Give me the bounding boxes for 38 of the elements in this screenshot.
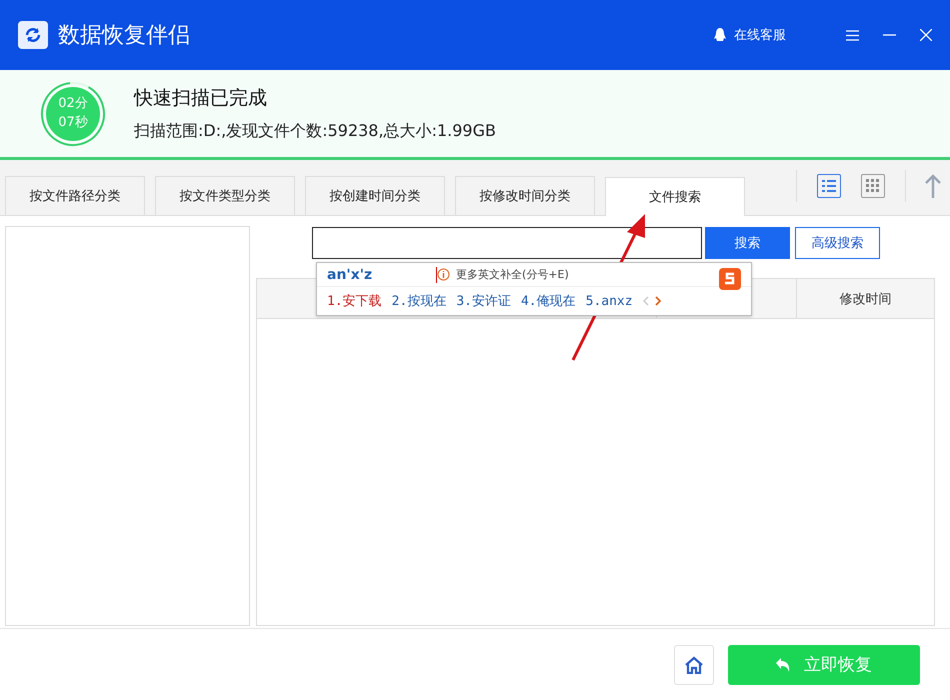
app-logo-icon — [18, 21, 48, 49]
close-icon[interactable] — [920, 29, 932, 41]
tab[interactable]: 按文件路径分类 — [5, 176, 145, 215]
up-arrow-icon[interactable] — [924, 174, 942, 198]
penguin-icon — [714, 28, 726, 42]
home-button[interactable] — [674, 644, 714, 684]
menu-icon[interactable] — [846, 30, 859, 40]
ime-candidate[interactable]: 4.俺现在 — [520, 292, 576, 310]
list-view-button[interactable] — [817, 174, 841, 198]
ime-composition: an'x'z — [327, 266, 437, 282]
minimize-icon[interactable] — [883, 34, 896, 36]
tab[interactable]: 文件搜索 — [605, 177, 745, 216]
next-page-icon[interactable] — [654, 296, 661, 306]
ime-candidate[interactable]: 2.按现在 — [392, 292, 446, 310]
list-view-icon — [822, 180, 836, 192]
ime-logo-icon — [719, 268, 741, 290]
advanced-search-button[interactable]: 高级搜索 — [795, 227, 880, 259]
grid-view-button[interactable] — [861, 174, 885, 198]
grid-view-icon — [866, 178, 880, 192]
online-service-link[interactable]: 在线客服 — [734, 26, 786, 44]
home-icon — [684, 656, 704, 674]
search-field[interactable] — [312, 227, 702, 259]
tab[interactable]: 按修改时间分类 — [455, 176, 595, 215]
column-header: 修改时间 — [838, 290, 892, 308]
scan-summary: 扫描范围:D:,发现文件个数:59238,总大小:1.99GB — [134, 121, 496, 142]
tab[interactable]: 按创建时间分类 — [305, 176, 445, 215]
undo-arrow-icon — [776, 658, 790, 672]
ime-candidate[interactable]: 1.安下载 — [327, 292, 382, 310]
minutes-label: 02分 — [58, 95, 88, 114]
seconds-label: 07秒 — [58, 114, 88, 132]
ime-candidate[interactable]: 5.anxz — [586, 294, 633, 308]
window-title: 数据恢复伴侣 — [58, 22, 191, 50]
tab[interactable]: 按文件类型分类 — [155, 176, 295, 215]
scan-status-title: 快速扫描已完成 — [134, 86, 268, 111]
info-icon — [437, 268, 450, 281]
ime-candidate[interactable]: 3.安许证 — [456, 292, 511, 310]
ime-hint: 更多英文补全(分号+E) — [456, 267, 569, 282]
search-button[interactable]: 搜索 — [705, 227, 790, 259]
